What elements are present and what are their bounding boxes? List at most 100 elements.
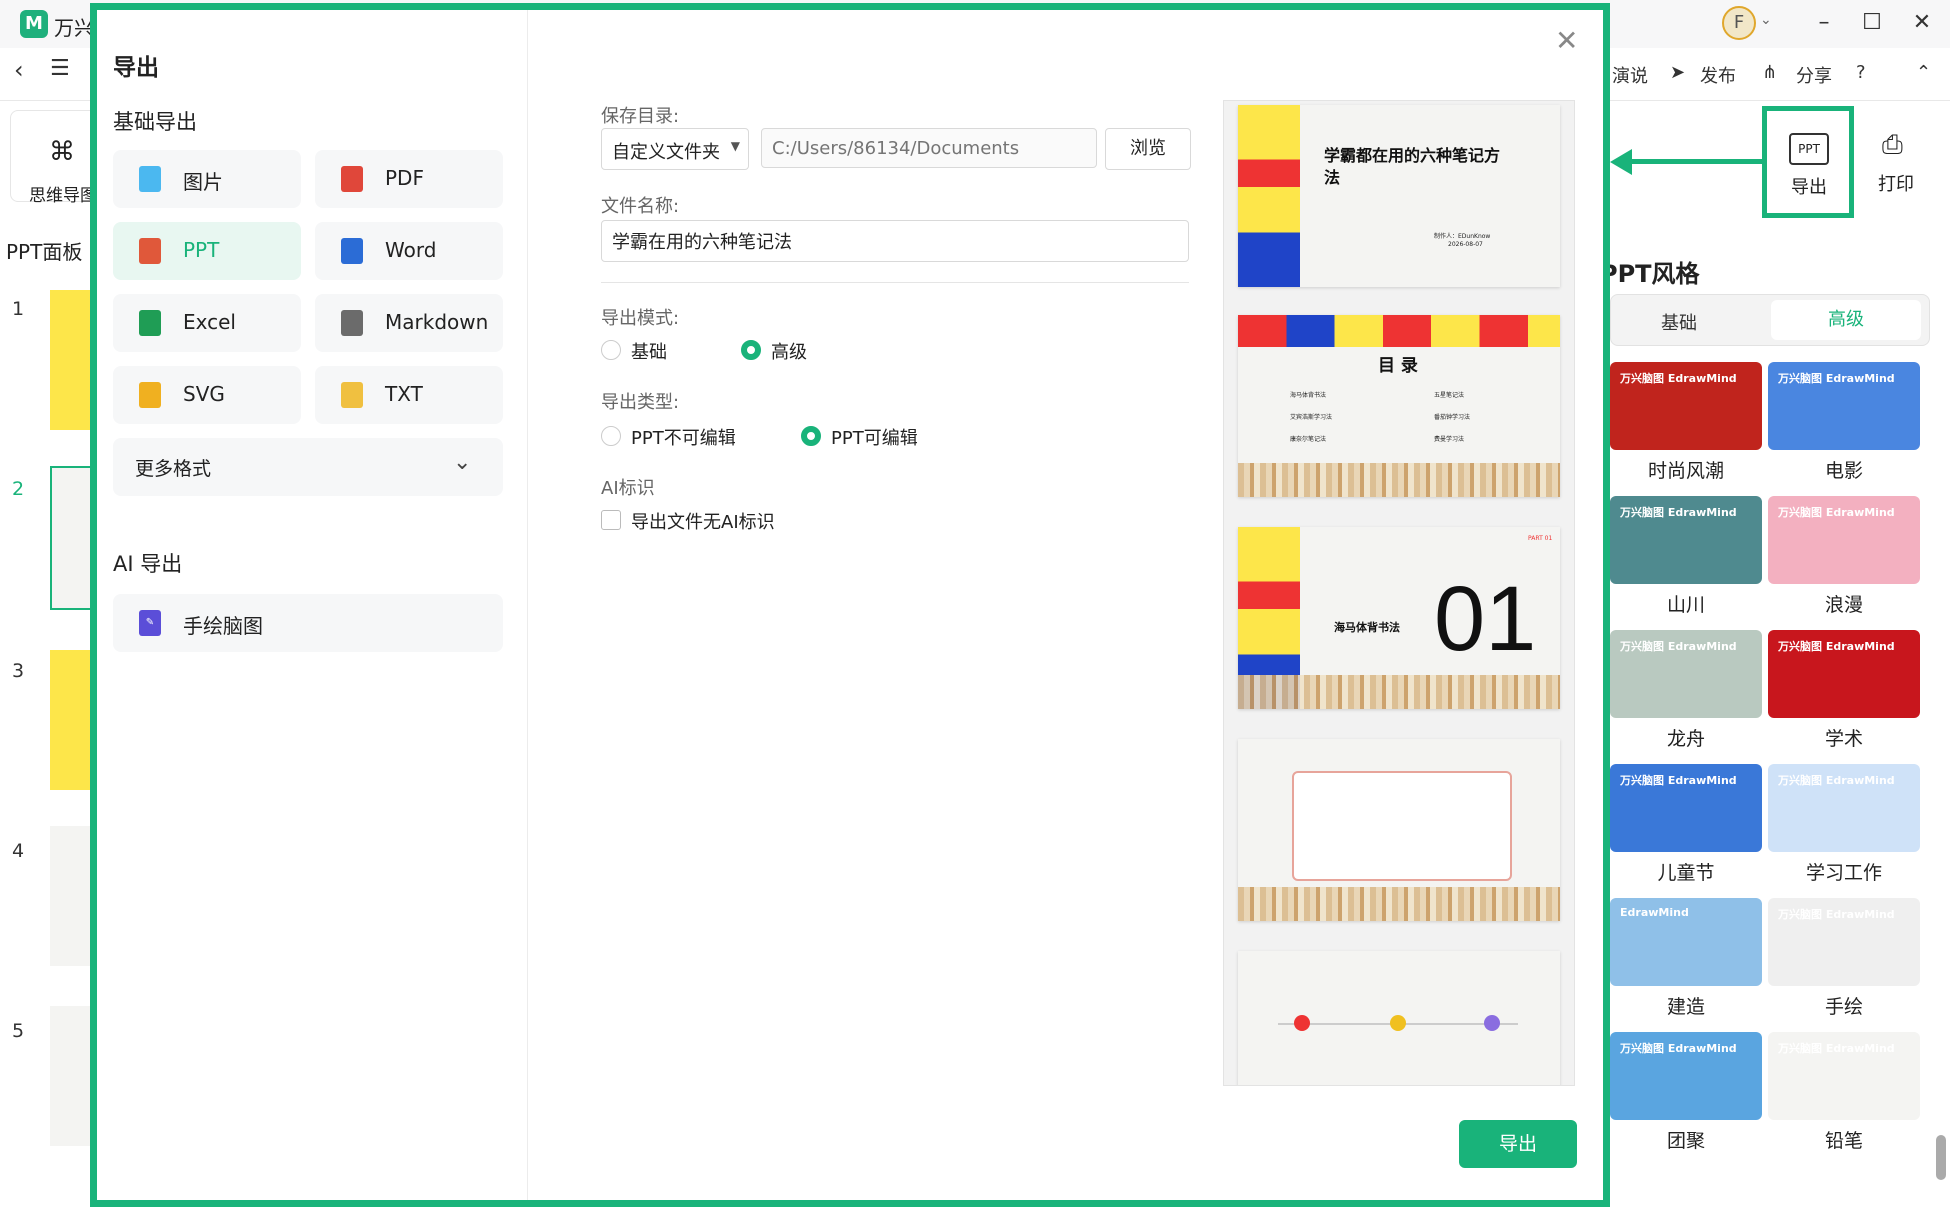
ribbon-export-button[interactable]: PPT 导出	[1762, 106, 1854, 218]
style-label[interactable]: 学术	[1768, 724, 1920, 751]
type-editable-label[interactable]: PPT可编辑	[831, 424, 918, 450]
format-markdown[interactable]: Markdown	[315, 294, 503, 352]
menu-icon[interactable]: ☰	[50, 56, 70, 81]
user-avatar[interactable]: F	[1722, 6, 1756, 40]
export-button[interactable]: 导出	[1459, 1120, 1577, 1168]
style-card[interactable]: 万兴脑图 EdrawMind	[1610, 496, 1762, 584]
style-card[interactable]: 万兴脑图 EdrawMind	[1768, 898, 1920, 986]
style-label[interactable]: 时尚风潮	[1610, 456, 1762, 483]
scrollbar[interactable]	[1936, 1135, 1946, 1180]
app-logo-icon: M	[20, 10, 48, 38]
type-noneditable-radio[interactable]	[601, 426, 621, 446]
preview-slide-content	[1238, 739, 1560, 921]
style-card[interactable]: 万兴脑图 EdrawMind	[1610, 362, 1762, 450]
maximize-icon[interactable]: ☐	[1854, 8, 1890, 38]
style-card[interactable]: 万兴脑图 EdrawMind	[1768, 1032, 1920, 1120]
style-card[interactable]: 万兴脑图 EdrawMind	[1610, 764, 1762, 852]
style-card[interactable]: 万兴脑图 EdrawMind	[1768, 764, 1920, 852]
preview-slide-cover: 学霸都在用的六种笔记方法 制作人：EDunKnow 2026-08-07	[1238, 105, 1560, 287]
dir-path-input[interactable]	[761, 128, 1097, 168]
type-editable-radio[interactable]	[801, 426, 821, 446]
timeline-dot	[1294, 1015, 1310, 1031]
style-label[interactable]: 手绘	[1768, 992, 1920, 1019]
txt-icon	[341, 382, 363, 408]
no-ai-mark-checkbox[interactable]	[601, 510, 621, 530]
style-label[interactable]: 学习工作	[1768, 858, 1920, 885]
style-card[interactable]: 万兴脑图 EdrawMind	[1768, 630, 1920, 718]
file-name-label: 文件名称:	[601, 196, 680, 217]
printer-icon: ⎙	[1882, 130, 1903, 160]
ribbon-print-label: 打印	[1878, 174, 1914, 195]
markdown-icon	[341, 310, 363, 336]
no-ai-mark-label[interactable]: 导出文件无AI标识	[631, 508, 775, 534]
style-label[interactable]: 山川	[1610, 590, 1762, 617]
chevron-down-icon[interactable]: ⌄	[1760, 12, 1772, 28]
format-label: 图片	[183, 170, 223, 194]
back-icon[interactable]: ‹	[14, 56, 24, 84]
style-card-text: 万兴脑图 EdrawMind	[1620, 506, 1737, 519]
style-card[interactable]: 万兴脑图 EdrawMind	[1768, 362, 1920, 450]
publish-button[interactable]: 发布	[1700, 62, 1736, 88]
preview-date: 2026-08-07	[1448, 241, 1483, 248]
style-card[interactable]: EdrawMind	[1610, 898, 1762, 986]
type-noneditable-label[interactable]: PPT不可编辑	[631, 424, 736, 450]
format-sidebar: 导出 基础导出 图片 PDF PPT Word Excel Markdown SVG TXT …	[97, 10, 528, 1200]
format-hand-drawn-mindmap[interactable]: ✎ 手绘脑图	[113, 594, 503, 652]
format-label: Excel	[183, 310, 236, 334]
minimize-icon[interactable]: –	[1806, 8, 1842, 38]
arrow-line	[1626, 159, 1764, 164]
ppt-export-icon: PPT	[1789, 133, 1829, 165]
collapse-icon[interactable]: ⌃	[1916, 62, 1931, 83]
pencils-decoration	[1238, 675, 1560, 709]
format-图片[interactable]: 图片	[113, 150, 301, 208]
dir-select[interactable]: 自定义文件夹 ▼	[601, 128, 749, 170]
style-label[interactable]: 建造	[1610, 992, 1762, 1019]
style-card-text: EdrawMind	[1620, 906, 1689, 919]
style-card-text: 万兴脑图 EdrawMind	[1778, 506, 1895, 519]
close-icon[interactable]: ✕	[1555, 24, 1578, 57]
style-card[interactable]: 万兴脑图 EdrawMind	[1610, 630, 1762, 718]
mode-basic-label[interactable]: 基础	[631, 338, 667, 364]
mode-advanced-radio[interactable]	[741, 340, 761, 360]
format-txt[interactable]: TXT	[315, 366, 503, 424]
tab-basic[interactable]: 基础	[1661, 309, 1697, 335]
close-window-icon[interactable]: ✕	[1904, 8, 1940, 38]
style-label[interactable]: 团聚	[1610, 1126, 1762, 1153]
mindmap-tool[interactable]: ⌘ 思维导图	[10, 110, 102, 206]
format-word[interactable]: Word	[315, 222, 503, 280]
mode-advanced-label[interactable]: 高级	[771, 338, 807, 364]
format-ppt[interactable]: PPT	[113, 222, 301, 280]
preview-slide-title: 学霸都在用的六种笔记方法	[1324, 146, 1501, 187]
mode-basic-radio[interactable]	[601, 340, 621, 360]
share-button[interactable]: 分享	[1796, 62, 1832, 88]
format-label: TXT	[385, 382, 423, 406]
style-card[interactable]: 万兴脑图 EdrawMind	[1610, 1032, 1762, 1120]
share-icon[interactable]: ⋔	[1762, 62, 1777, 83]
preview-toc-col-left: 海马体背书法 艾宾浩斯学习法 康奈尔笔记法	[1290, 385, 1332, 451]
style-label[interactable]: 浪漫	[1768, 590, 1920, 617]
preview-slide-toc: 目 录 海马体背书法 艾宾浩斯学习法 康奈尔笔记法 五星笔记法 番茄钟学习法 费…	[1238, 315, 1560, 497]
style-card-text: 万兴脑图 EdrawMind	[1620, 372, 1737, 385]
browse-button[interactable]: 浏览	[1105, 128, 1191, 170]
style-card-text: 万兴脑图 EdrawMind	[1778, 908, 1895, 921]
format-pdf[interactable]: PDF	[315, 150, 503, 208]
send-icon[interactable]: ➤	[1670, 62, 1685, 83]
excel-icon	[139, 310, 161, 336]
export-type-label: 导出类型:	[601, 392, 680, 413]
style-card[interactable]: 万兴脑图 EdrawMind	[1768, 496, 1920, 584]
help-icon[interactable]: ?	[1856, 62, 1866, 83]
slide-number: 3	[12, 660, 25, 682]
style-label[interactable]: 电影	[1768, 456, 1920, 483]
slide-preview-pane[interactable]: 学霸都在用的六种笔记方法 制作人：EDunKnow 2026-08-07 目 录…	[1223, 100, 1575, 1086]
style-label[interactable]: 龙舟	[1610, 724, 1762, 751]
format-excel[interactable]: Excel	[113, 294, 301, 352]
file-name-input[interactable]	[601, 220, 1189, 262]
image-icon	[139, 166, 161, 192]
style-label[interactable]: 儿童节	[1610, 858, 1762, 885]
tab-advanced[interactable]: 高级	[1771, 300, 1921, 340]
preview-section-title: 海马体背书法	[1334, 621, 1400, 634]
format-svg[interactable]: SVG	[113, 366, 301, 424]
more-formats-dropdown[interactable]: 更多格式 ⌄	[113, 438, 503, 496]
style-label[interactable]: 铅笔	[1768, 1126, 1920, 1153]
present-button[interactable]: 演说	[1612, 62, 1648, 88]
